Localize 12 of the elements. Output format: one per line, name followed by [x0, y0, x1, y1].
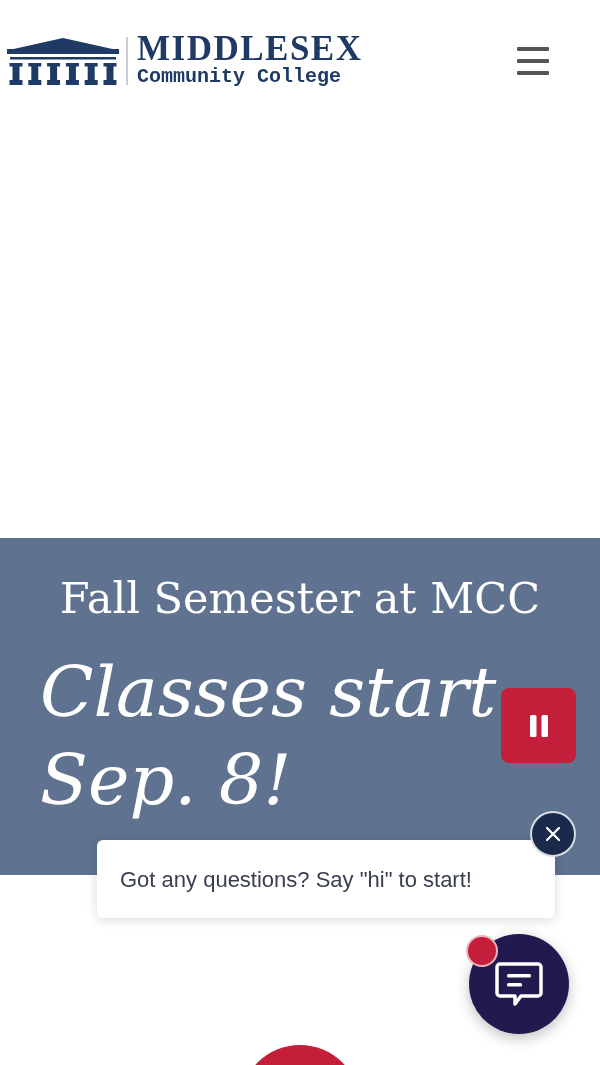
close-icon	[546, 827, 560, 841]
temple-logo-icon	[7, 37, 119, 85]
menu-icon	[517, 47, 549, 75]
banner-headline: Classes start Sep. 8!	[40, 650, 498, 823]
college-subtitle: Community College	[137, 66, 343, 88]
chat-launcher-button[interactable]	[469, 934, 569, 1034]
pause-icon	[529, 714, 548, 737]
banner-title: Fall Semester at MCC	[58, 572, 542, 625]
college-name: MIDDLESEX	[137, 34, 363, 64]
pause-button[interactable]	[501, 688, 576, 763]
chat-icon	[494, 959, 544, 1009]
chat-greeting-text: Got any questions? Say "hi" to start!	[120, 865, 472, 894]
